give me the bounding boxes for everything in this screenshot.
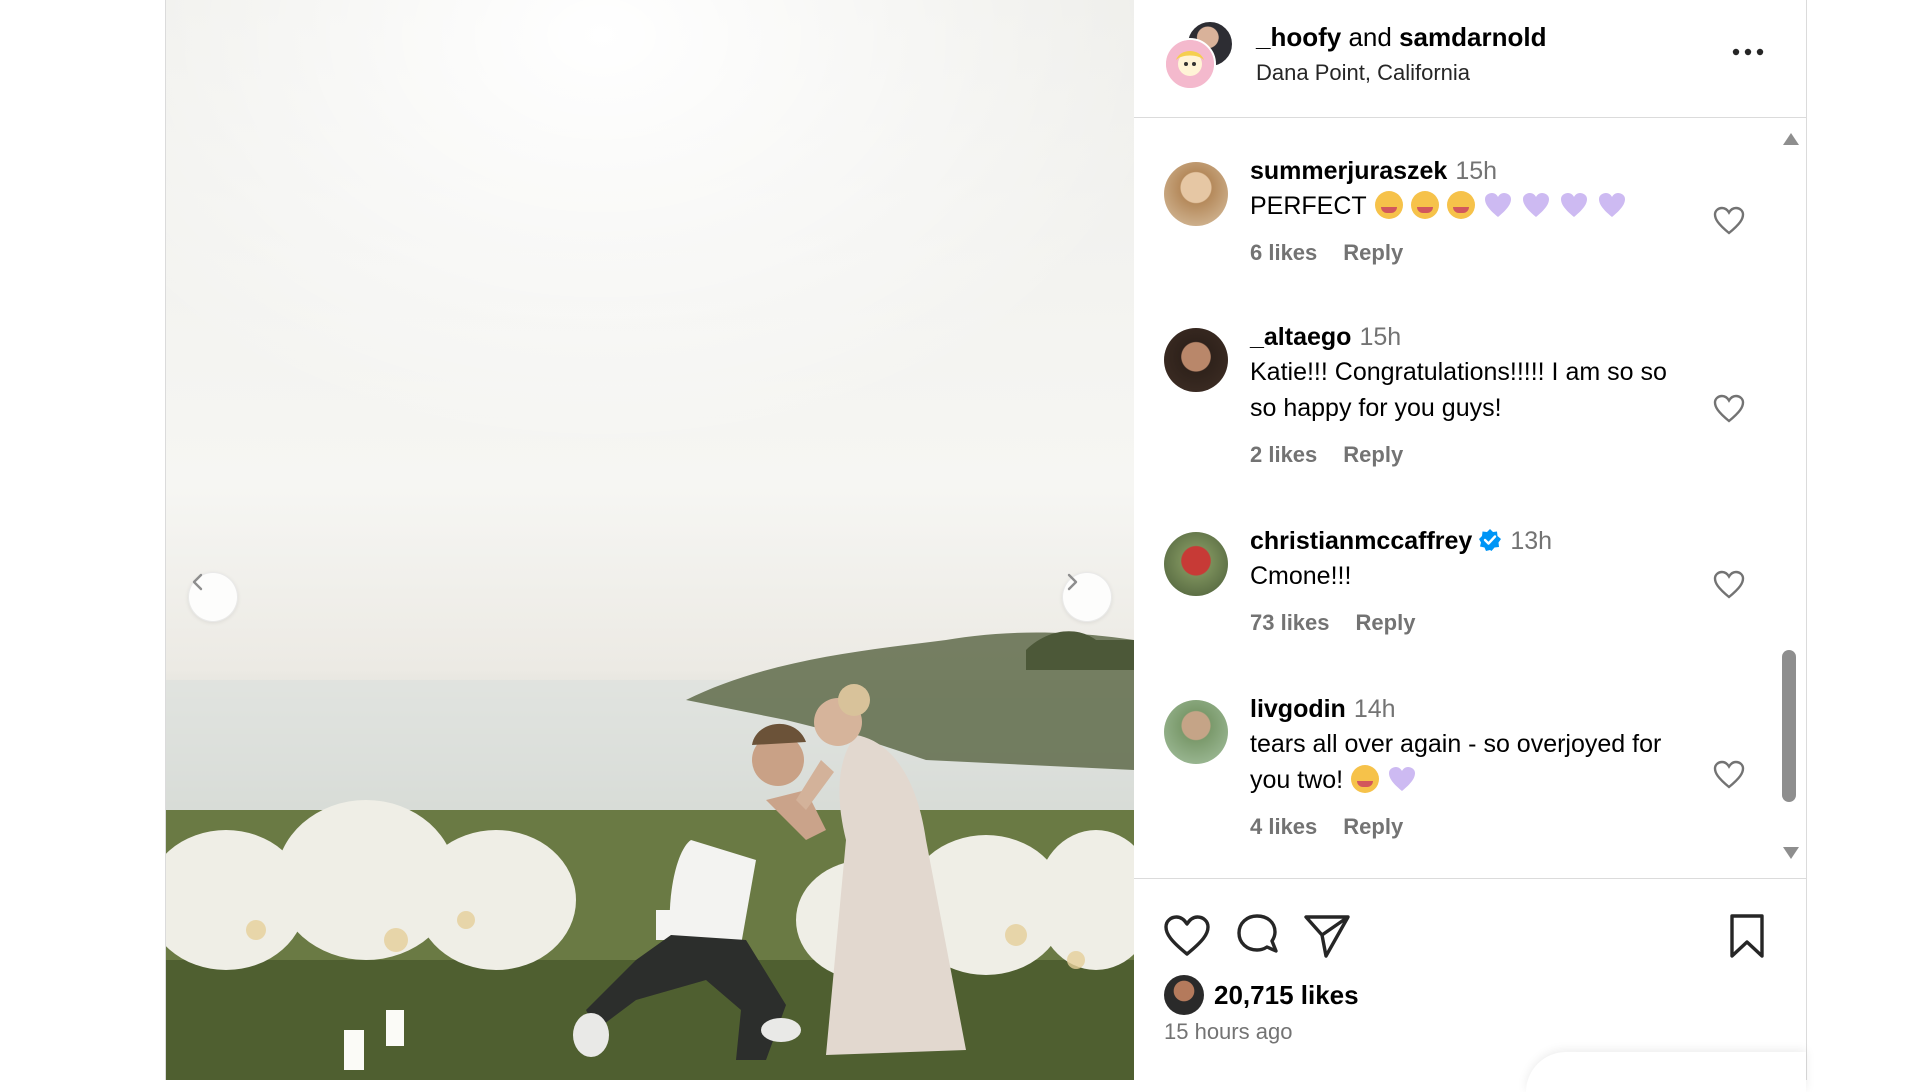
proposal-scene bbox=[166, 0, 1134, 1080]
like-comment-heart-icon[interactable] bbox=[1712, 758, 1746, 792]
comment-bubble-icon[interactable] bbox=[1232, 911, 1282, 961]
comment-username[interactable]: summerjuraszek bbox=[1250, 157, 1447, 185]
purple-heart-emoji-icon bbox=[1598, 193, 1625, 217]
comment-text: tears all over again - so overjoyed for … bbox=[1250, 726, 1690, 798]
post-actions: 20,715 likes 15 hours ago bbox=[1134, 878, 1806, 1092]
crying-face-emoji-icon bbox=[1351, 765, 1380, 793]
comment-text-body: PERFECT bbox=[1250, 192, 1367, 220]
comment-text: Katie!!! Congratulations!!!!! I am so so… bbox=[1250, 358, 1667, 422]
comment-username[interactable]: _altaego bbox=[1250, 323, 1351, 351]
comment-text: Cmone!!! bbox=[1250, 562, 1352, 590]
purple-heart-emoji-icon bbox=[1522, 193, 1549, 217]
like-comment-heart-icon[interactable] bbox=[1712, 204, 1746, 238]
comment-username[interactable]: livgodin bbox=[1250, 695, 1346, 723]
author-link-2[interactable]: samdarnold bbox=[1399, 22, 1546, 52]
reply-button[interactable]: Reply bbox=[1356, 610, 1416, 635]
comment-likes[interactable]: 73 likes bbox=[1250, 610, 1330, 635]
post-modal: _hoofy and samdarnold Dana Point, Califo… bbox=[165, 0, 1807, 1092]
commenter-avatar[interactable] bbox=[1164, 532, 1228, 596]
post-photo bbox=[166, 0, 1134, 1080]
comments-list: summerjuraszek 15h PERFECT 6 likes Reply _… bbox=[1134, 118, 1806, 878]
likes-row: 20,715 likes bbox=[1164, 975, 1359, 1015]
purple-heart-emoji-icon bbox=[1484, 193, 1511, 217]
crying-face-emoji-icon bbox=[1374, 191, 1403, 219]
post-timestamp[interactable]: 15 hours ago bbox=[1164, 1019, 1292, 1045]
post-header: _hoofy and samdarnold Dana Point, Califo… bbox=[1134, 0, 1806, 118]
commenter-avatar[interactable] bbox=[1164, 700, 1228, 764]
likes-count[interactable]: 20,715 likes bbox=[1214, 980, 1359, 1011]
comment-time[interactable]: 15h bbox=[1359, 323, 1401, 351]
comment-time[interactable]: 15h bbox=[1455, 157, 1497, 185]
reply-button[interactable]: Reply bbox=[1343, 442, 1403, 467]
verified-badge-icon bbox=[1479, 529, 1502, 551]
cartoon-avatar-icon bbox=[1166, 40, 1214, 88]
previous-photo-button[interactable] bbox=[188, 572, 238, 622]
purple-heart-emoji-icon bbox=[1560, 193, 1587, 217]
comment-time[interactable]: 14h bbox=[1354, 695, 1396, 723]
comment-time[interactable]: 13h bbox=[1510, 527, 1552, 555]
author-joiner: and bbox=[1348, 22, 1392, 52]
author-link-1[interactable]: _hoofy bbox=[1256, 22, 1341, 52]
like-heart-icon[interactable] bbox=[1162, 911, 1212, 961]
comment-likes[interactable]: 2 likes bbox=[1250, 442, 1317, 467]
purple-heart-emoji-icon bbox=[1389, 767, 1416, 791]
reply-button[interactable]: Reply bbox=[1343, 240, 1403, 265]
post-location[interactable]: Dana Point, California bbox=[1256, 60, 1470, 86]
comment-likes[interactable]: 6 likes bbox=[1250, 240, 1317, 265]
collab-avatars[interactable] bbox=[1164, 20, 1234, 90]
commenter-avatar[interactable] bbox=[1164, 328, 1228, 392]
more-dots-icon bbox=[1732, 48, 1764, 56]
comment-text: PERFECT bbox=[1250, 188, 1690, 224]
liker-avatar[interactable] bbox=[1164, 975, 1204, 1015]
crying-face-emoji-icon bbox=[1446, 191, 1475, 219]
reply-button[interactable]: Reply bbox=[1343, 814, 1403, 839]
like-comment-heart-icon[interactable] bbox=[1712, 568, 1746, 602]
save-bookmark-icon[interactable] bbox=[1722, 911, 1772, 961]
floating-panel-edge bbox=[1526, 1052, 1806, 1092]
post-authors: _hoofy and samdarnold bbox=[1256, 22, 1546, 53]
avatar-hoofy[interactable] bbox=[1164, 38, 1216, 90]
more-options-button[interactable] bbox=[1728, 40, 1768, 64]
next-photo-button[interactable] bbox=[1062, 572, 1112, 622]
crying-face-emoji-icon bbox=[1410, 191, 1439, 219]
chevron-left-icon bbox=[192, 573, 203, 591]
like-comment-heart-icon[interactable] bbox=[1712, 392, 1746, 426]
comment-username[interactable]: christianmccaffrey bbox=[1250, 527, 1472, 555]
commenter-avatar[interactable] bbox=[1164, 162, 1228, 226]
chevron-right-icon bbox=[1067, 573, 1078, 591]
share-paper-plane-icon[interactable] bbox=[1302, 911, 1352, 961]
comment-text-body: tears all over again - so overjoyed for … bbox=[1250, 730, 1662, 794]
scroll-down-arrow-icon[interactable] bbox=[1782, 846, 1800, 860]
comment-likes[interactable]: 4 likes bbox=[1250, 814, 1317, 839]
comments-scrollbar-thumb[interactable] bbox=[1782, 650, 1796, 802]
scroll-up-arrow-icon[interactable] bbox=[1782, 132, 1800, 146]
